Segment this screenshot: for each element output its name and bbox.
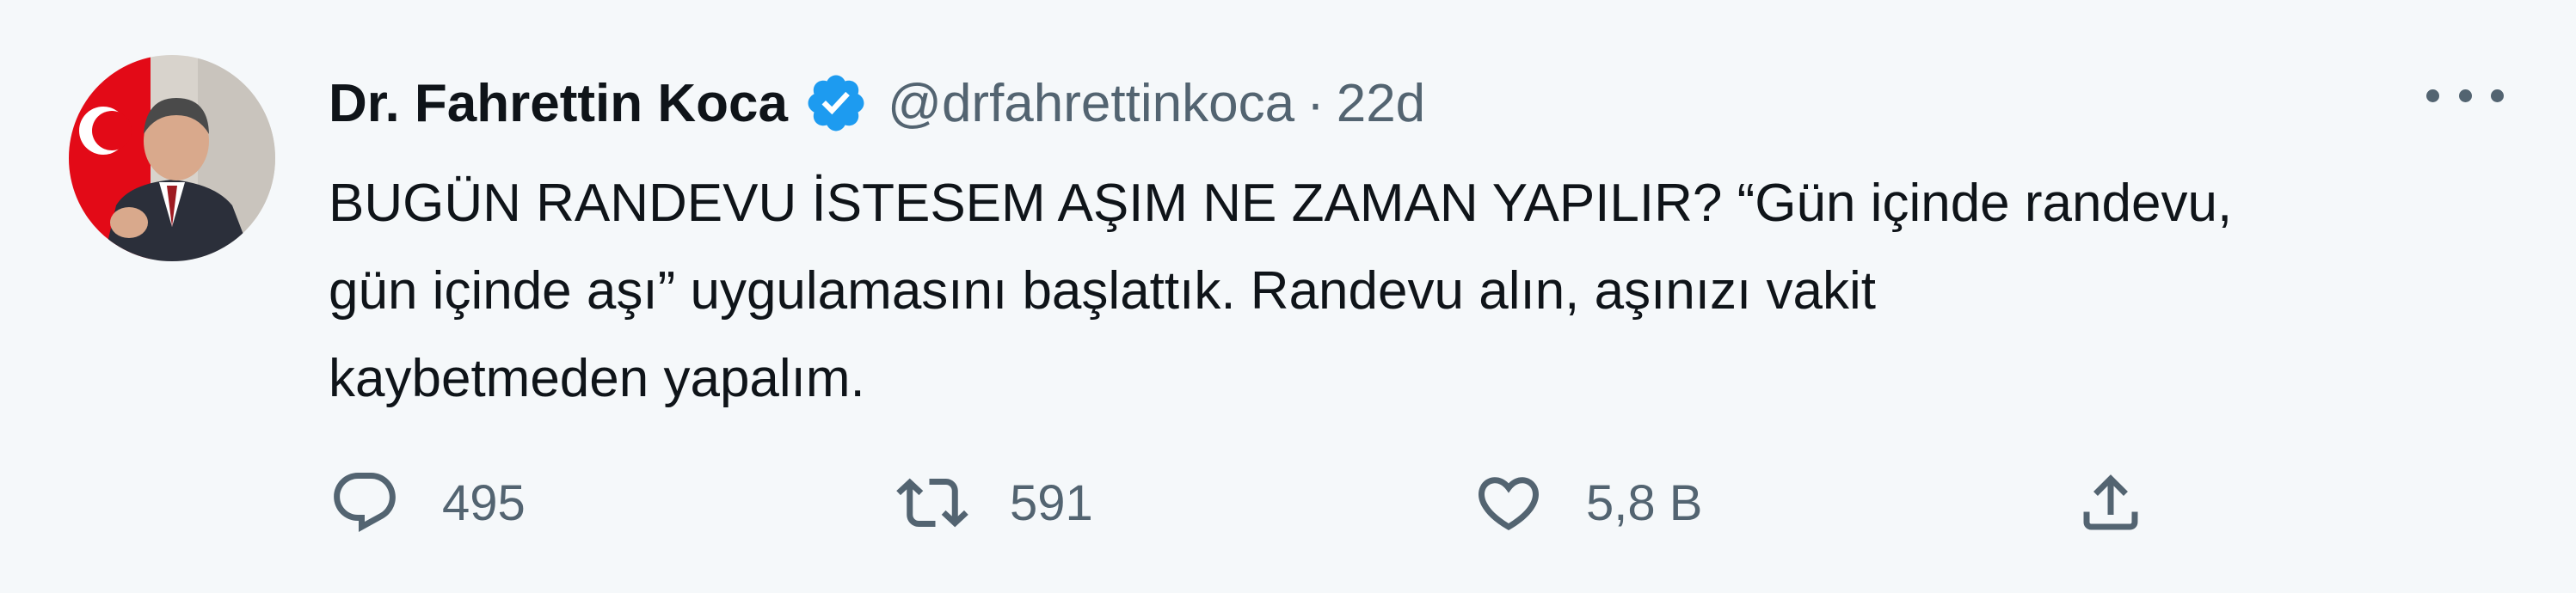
tweet-text-line: BUGÜN RANDEVU İSTESEM AŞIM NE ZAMAN YAPI… [329, 174, 2233, 233]
reply-button[interactable]: 495 [329, 464, 526, 541]
action-bar: 495 591 5,8 B [329, 464, 2307, 541]
retweet-button[interactable]: 591 [896, 464, 1093, 541]
like-button[interactable]: 5,8 B [1472, 464, 1702, 541]
avatar-image [69, 55, 275, 261]
timestamp[interactable]: 22d [1337, 73, 1425, 134]
tweet[interactable]: Dr. Fahrettin Koca @drfahrettinkoca · 22… [0, 0, 2576, 593]
author-name[interactable]: Dr. Fahrettin Koca [329, 73, 788, 134]
reply-icon [334, 473, 396, 532]
verified-badge-icon [803, 70, 869, 136]
more-icon[interactable] [2426, 74, 2504, 117]
more-dot [2491, 89, 2504, 102]
reply-count: 495 [442, 474, 526, 531]
more-dot [2458, 89, 2472, 102]
share-button[interactable] [2075, 464, 2147, 541]
tweet-header: Dr. Fahrettin Koca @drfahrettinkoca · 22… [329, 62, 1425, 144]
retweet-icon [896, 478, 968, 528]
like-count: 5,8 B [1586, 474, 1703, 531]
share-icon [2083, 474, 2138, 530]
more-dot [2426, 89, 2439, 102]
tweet-text-line: gün içinde aşı” uygulamasını başlattık. … [329, 261, 1876, 321]
tweet-text-line: kaybetmeden yapalım. [329, 349, 865, 408]
heart-icon [1478, 477, 1540, 531]
author-handle[interactable]: @drfahrettinkoca [888, 73, 1294, 134]
separator: · [1306, 73, 1325, 133]
tweet-text: BUGÜN RANDEVU İSTESEM AŞIM NE ZAMAN YAPI… [329, 160, 2530, 423]
avatar[interactable] [69, 55, 275, 261]
retweet-count: 591 [1010, 474, 1093, 531]
